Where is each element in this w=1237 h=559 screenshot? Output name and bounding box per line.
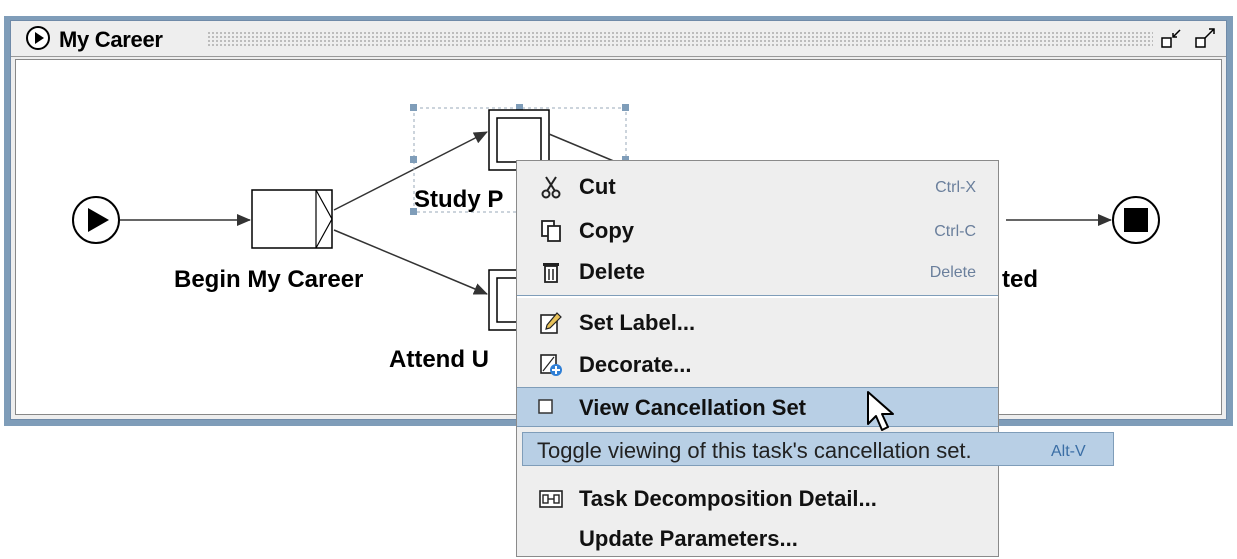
flow-arrow[interactable] [548,133,617,163]
menu-item-set-label[interactable]: Set Label... [517,303,998,343]
menu-item-label: Update Parameters... [579,526,798,551]
maximize-icon[interactable] [1193,27,1217,51]
tooltip-accelerator: Alt-V [1051,443,1086,460]
menu-item-copy[interactable]: Copy Ctrl-C [517,211,998,251]
copy-icon [541,220,561,242]
menu-item-decorate[interactable]: Decorate... [517,345,998,385]
task-begin-my-career[interactable] [251,189,333,249]
title-grip [207,31,1153,47]
menu-item-delete[interactable]: Delete Delete [517,252,998,292]
task-label-end: ted [1002,266,1038,293]
pencil-icon [540,312,562,334]
menu-item-label: Cut [579,174,616,199]
menu-item-shortcut: Ctrl-X [935,179,976,196]
window-title: My Career [59,27,163,52]
decomposition-icon [539,490,563,508]
minimize-icon[interactable] [1159,27,1183,51]
menu-item-update-parameters[interactable]: Update Parameters... [517,519,998,559]
scissors-icon [541,176,561,199]
decorate-icon [540,354,562,376]
tooltip-text: Toggle viewing of this task's cancellati… [537,438,972,463]
task-label-attend: Attend U [389,346,489,373]
task-label-study: Study P [414,186,504,213]
tooltip: Toggle viewing of this task's cancellati… [522,432,1114,466]
menu-item-shortcut: Delete [929,264,976,281]
end-condition[interactable] [1112,196,1160,244]
checkbox-icon[interactable] [537,398,555,416]
mouse-cursor-icon [867,391,894,431]
window-titlebar[interactable]: My Career [11,21,1226,57]
menu-separator [517,295,998,298]
context-menu: Cut Ctrl-X Copy Ctrl-C Delete Delete Set… [516,160,999,557]
menu-item-label: Delete [579,259,646,284]
task-label-begin: Begin My Career [174,266,364,293]
menu-item-label: View Cancellation Set [579,395,807,420]
menu-item-view-cancellation-set[interactable]: View Cancellation Set [517,387,998,427]
menu-item-label: Copy [579,218,634,243]
start-condition[interactable] [72,196,120,244]
start-condition-icon [26,26,50,50]
menu-item-label: Decorate... [579,352,692,377]
trash-icon [543,263,559,283]
menu-item-label: Task Decomposition Detail... [579,486,877,511]
menu-item-cut[interactable]: Cut Ctrl-X [517,167,998,207]
menu-item-task-decomposition[interactable]: Task Decomposition Detail... [517,479,998,519]
menu-item-shortcut: Ctrl-C [934,223,976,240]
menu-item-label: Set Label... [579,310,696,335]
